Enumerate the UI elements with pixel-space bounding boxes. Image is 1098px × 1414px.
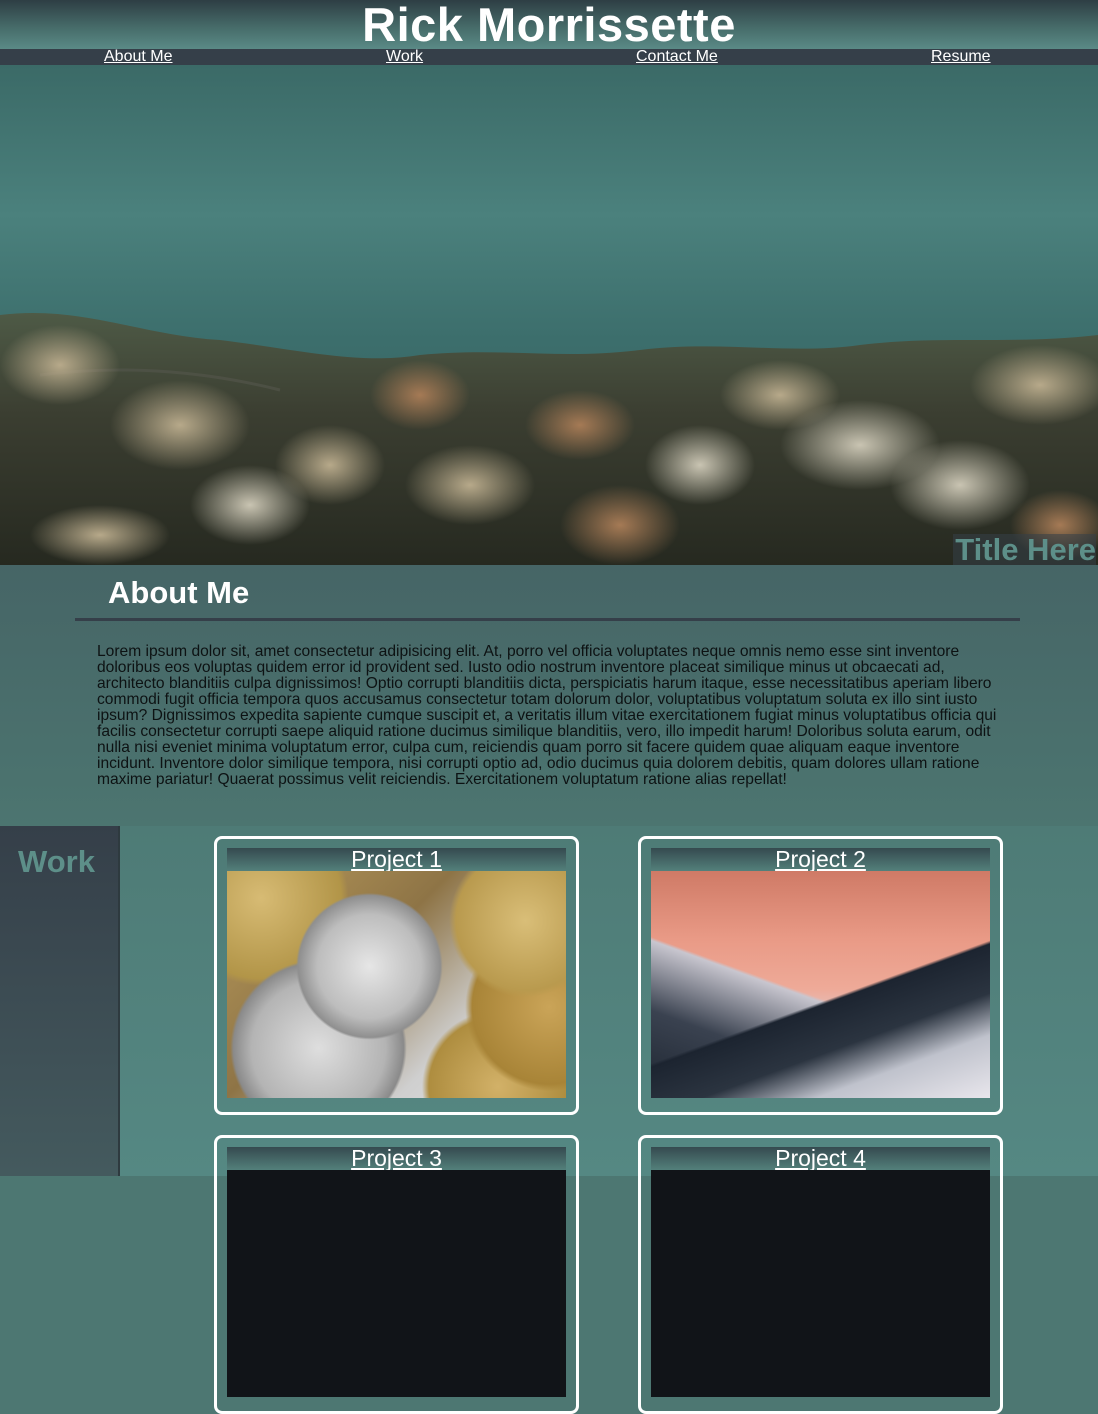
about-section: About Me Lorem ipsum dolor sit, amet con… (0, 565, 1098, 826)
about-text: Lorem ipsum dolor sit, amet consectetur … (97, 643, 997, 788)
project-card-2[interactable]: Project 2 (638, 836, 1003, 1115)
site-header: Rick Morrissette (0, 0, 1098, 49)
about-heading: About Me (108, 575, 250, 610)
nav-resume[interactable]: Resume (931, 49, 991, 65)
about-divider (75, 618, 1020, 621)
project-image-3[interactable] (227, 1170, 566, 1397)
project-title-bar: Project 1 (227, 848, 566, 871)
site-title: Rick Morrissette (362, 0, 736, 51)
project-link-1[interactable]: Project 1 (351, 846, 442, 872)
hero-title: Title Here (953, 532, 1096, 565)
nav-bar: About Me Work Contact Me Resume (0, 49, 1098, 65)
project-link-2[interactable]: Project 2 (775, 846, 866, 872)
project-card-4[interactable]: Project 4 (638, 1135, 1003, 1414)
project-title-bar: Project 3 (227, 1147, 566, 1170)
work-heading: Work (18, 844, 95, 879)
project-link-4[interactable]: Project 4 (775, 1145, 866, 1171)
project-image-4[interactable] (651, 1170, 990, 1397)
hero-banner: Title Here (0, 65, 1098, 565)
nav-about-me[interactable]: About Me (104, 49, 172, 65)
project-image-mountains[interactable] (651, 871, 990, 1098)
project-image-coins[interactable] (227, 871, 566, 1098)
nav-contact-me[interactable]: Contact Me (636, 49, 718, 65)
project-title-bar: Project 2 (651, 848, 990, 871)
hero-image (0, 65, 1098, 565)
nav-work[interactable]: Work (386, 49, 423, 65)
project-link-3[interactable]: Project 3 (351, 1145, 442, 1171)
work-sidebar: Work (0, 826, 120, 1176)
work-section: Work Project 1 Project 2 Project 3 Proje… (0, 826, 1098, 1414)
project-card-1[interactable]: Project 1 (214, 836, 579, 1115)
project-title-bar: Project 4 (651, 1147, 990, 1170)
project-card-3[interactable]: Project 3 (214, 1135, 579, 1414)
